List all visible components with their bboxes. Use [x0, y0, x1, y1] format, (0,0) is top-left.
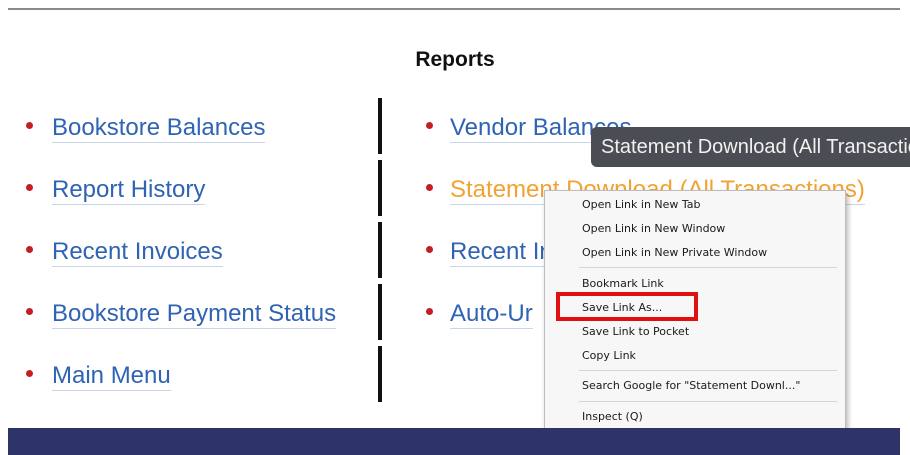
auto-update-link[interactable]: Auto-Ur: [450, 300, 533, 329]
bullet-icon: [26, 308, 33, 315]
bullet-icon: [26, 184, 33, 191]
menu-separator: [579, 267, 837, 268]
bullet-icon: [26, 370, 33, 377]
menu-item-open-new-tab[interactable]: Open Link in New Tab: [582, 194, 701, 216]
bullet-icon: [426, 122, 433, 129]
bullet-icon: [426, 184, 433, 191]
bullet-icon: [426, 308, 433, 315]
column-divider: [378, 160, 382, 216]
column-divider: [378, 222, 382, 278]
report-history-link[interactable]: Report History: [52, 176, 206, 205]
recent-invoices-link[interactable]: Recent Invoices: [52, 238, 223, 267]
footer-bar: [8, 428, 900, 455]
bookstore-payment-status-link[interactable]: Bookstore Payment Status: [52, 300, 337, 329]
bullet-icon: [26, 122, 33, 129]
column-divider: [378, 284, 382, 340]
save-link-highlight-box: [556, 292, 698, 321]
reports-heading: Reports: [415, 48, 495, 71]
main-menu-link[interactable]: Main Menu: [52, 362, 171, 391]
menu-item-save-to-pocket[interactable]: Save Link to Pocket: [582, 321, 689, 343]
menu-item-inspect[interactable]: Inspect (Q): [582, 406, 643, 428]
column-divider: [378, 98, 382, 154]
bullet-icon: [426, 246, 433, 253]
menu-separator: [579, 401, 837, 402]
bookstore-balances-link[interactable]: Bookstore Balances: [52, 114, 266, 143]
top-divider-line: [8, 8, 900, 10]
column-divider: [378, 346, 382, 402]
menu-item-open-private-window[interactable]: Open Link in New Private Window: [582, 242, 767, 264]
menu-item-search-google[interactable]: Search Google for "Statement Downl...": [582, 375, 800, 397]
menu-separator: [579, 370, 837, 371]
bullet-icon: [26, 246, 33, 253]
menu-item-open-new-window[interactable]: Open Link in New Window: [582, 218, 725, 240]
menu-item-copy-link[interactable]: Copy Link: [582, 345, 636, 367]
link-tooltip: Statement Download (All Transactions): [591, 127, 910, 167]
